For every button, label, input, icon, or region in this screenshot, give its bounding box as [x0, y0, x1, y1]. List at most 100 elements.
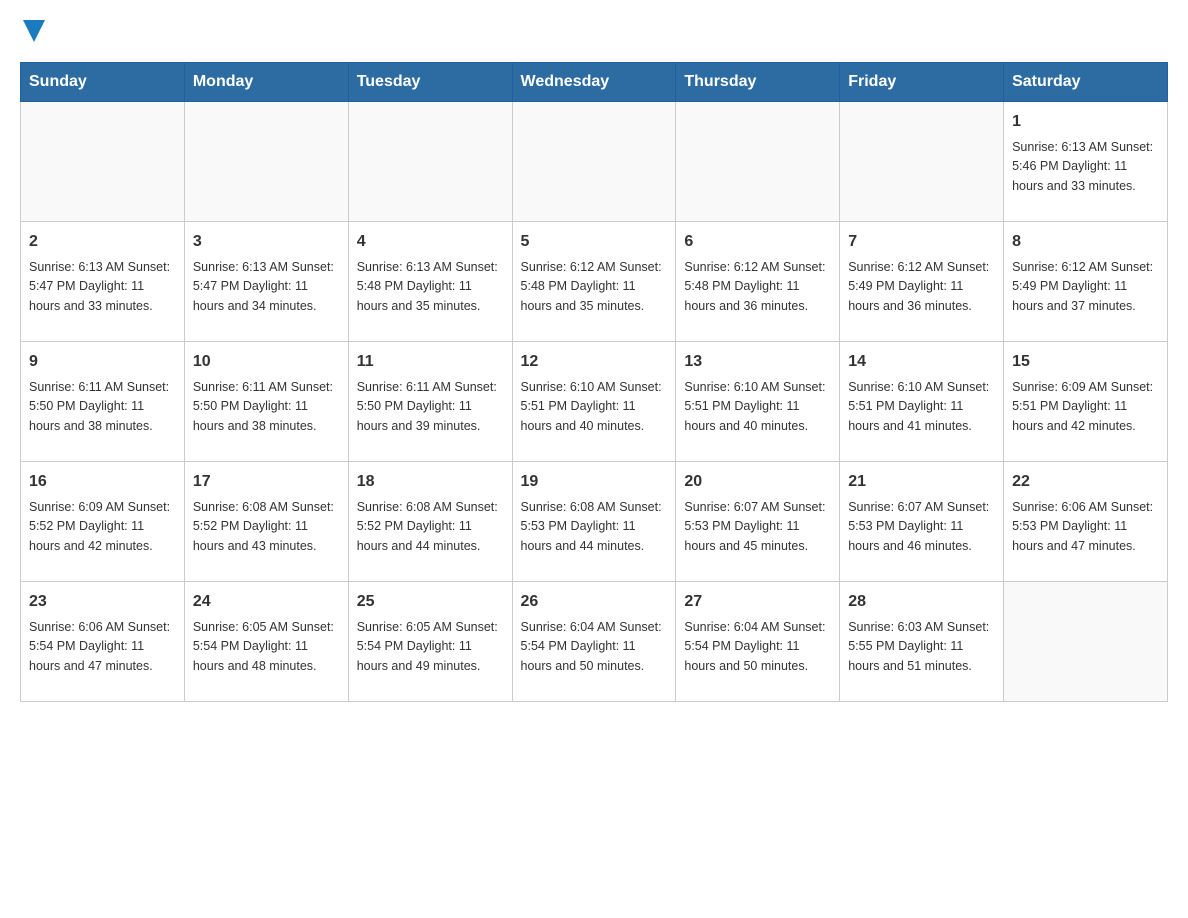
day-of-week-header: Monday: [184, 63, 348, 102]
day-info: Sunrise: 6:12 AM Sunset: 5:49 PM Dayligh…: [848, 258, 995, 316]
day-number: 22: [1012, 470, 1159, 494]
day-info: Sunrise: 6:10 AM Sunset: 5:51 PM Dayligh…: [848, 378, 995, 436]
day-number: 5: [521, 230, 668, 254]
day-info: Sunrise: 6:04 AM Sunset: 5:54 PM Dayligh…: [521, 618, 668, 676]
calendar-cell: 5 Sunrise: 6:12 AM Sunset: 5:48 PM Daylig…: [512, 222, 676, 342]
calendar-cell: 13 Sunrise: 6:10 AM Sunset: 5:51 PM Dayli…: [676, 342, 840, 462]
calendar-week-row: 23 Sunrise: 6:06 AM Sunset: 5:54 PM Dayli…: [21, 582, 1168, 702]
calendar-cell: 10 Sunrise: 6:11 AM Sunset: 5:50 PM Dayli…: [184, 342, 348, 462]
day-info: Sunrise: 6:08 AM Sunset: 5:53 PM Dayligh…: [521, 498, 668, 556]
day-number: 3: [193, 230, 340, 254]
day-info: Sunrise: 6:11 AM Sunset: 5:50 PM Dayligh…: [29, 378, 176, 436]
calendar-cell: 24 Sunrise: 6:05 AM Sunset: 5:54 PM Dayli…: [184, 582, 348, 702]
day-info: Sunrise: 6:12 AM Sunset: 5:49 PM Dayligh…: [1012, 258, 1159, 316]
day-info: Sunrise: 6:10 AM Sunset: 5:51 PM Dayligh…: [684, 378, 831, 436]
day-info: Sunrise: 6:06 AM Sunset: 5:54 PM Dayligh…: [29, 618, 176, 676]
day-number: 7: [848, 230, 995, 254]
day-number: 6: [684, 230, 831, 254]
day-info: Sunrise: 6:11 AM Sunset: 5:50 PM Dayligh…: [357, 378, 504, 436]
calendar-cell: [184, 102, 348, 222]
day-info: Sunrise: 6:13 AM Sunset: 5:48 PM Dayligh…: [357, 258, 504, 316]
calendar-cell: 19 Sunrise: 6:08 AM Sunset: 5:53 PM Dayli…: [512, 462, 676, 582]
calendar-cell: 26Sunrise: 6:04 AM Sunset: 5:54 PM Dayli…: [512, 582, 676, 702]
day-number: 28: [848, 590, 995, 614]
day-info: Sunrise: 6:10 AM Sunset: 5:51 PM Dayligh…: [521, 378, 668, 436]
calendar-cell: [1004, 582, 1168, 702]
calendar-cell: 2Sunrise: 6:13 AM Sunset: 5:47 PM Daylig…: [21, 222, 185, 342]
day-info: Sunrise: 6:06 AM Sunset: 5:53 PM Dayligh…: [1012, 498, 1159, 556]
day-number: 17: [193, 470, 340, 494]
calendar-cell: 22 Sunrise: 6:06 AM Sunset: 5:53 PM Dayli…: [1004, 462, 1168, 582]
calendar-week-row: 1 Sunrise: 6:13 AM Sunset: 5:46 PM Daylig…: [21, 102, 1168, 222]
day-number: 14: [848, 350, 995, 374]
day-number: 8: [1012, 230, 1159, 254]
calendar-cell: [348, 102, 512, 222]
calendar-cell: 6 Sunrise: 6:12 AM Sunset: 5:48 PM Daylig…: [676, 222, 840, 342]
calendar-cell: 23 Sunrise: 6:06 AM Sunset: 5:54 PM Dayli…: [21, 582, 185, 702]
day-info: Sunrise: 6:04 AM Sunset: 5:54 PM Dayligh…: [684, 618, 831, 676]
day-info: Sunrise: 6:08 AM Sunset: 5:52 PM Dayligh…: [357, 498, 504, 556]
calendar-cell: 17 Sunrise: 6:08 AM Sunset: 5:52 PM Dayli…: [184, 462, 348, 582]
calendar-cell: 27 Sunrise: 6:04 AM Sunset: 5:54 PM Dayli…: [676, 582, 840, 702]
calendar-header-row: SundayMondayTuesdayWednesdayThursdayFrid…: [21, 63, 1168, 102]
day-info: Sunrise: 6:13 AM Sunset: 5:46 PM Dayligh…: [1012, 138, 1159, 196]
calendar-week-row: 16 Sunrise: 6:09 AM Sunset: 5:52 PM Dayli…: [21, 462, 1168, 582]
day-info: Sunrise: 6:09 AM Sunset: 5:52 PM Dayligh…: [29, 498, 176, 556]
day-info: Sunrise: 6:12 AM Sunset: 5:48 PM Dayligh…: [684, 258, 831, 316]
calendar-cell: 25Sunrise: 6:05 AM Sunset: 5:54 PM Dayli…: [348, 582, 512, 702]
day-info: Sunrise: 6:09 AM Sunset: 5:51 PM Dayligh…: [1012, 378, 1159, 436]
day-number: 16: [29, 470, 176, 494]
calendar-cell: 8 Sunrise: 6:12 AM Sunset: 5:49 PM Daylig…: [1004, 222, 1168, 342]
day-number: 12: [521, 350, 668, 374]
day-info: Sunrise: 6:07 AM Sunset: 5:53 PM Dayligh…: [848, 498, 995, 556]
day-of-week-header: Tuesday: [348, 63, 512, 102]
day-number: 4: [357, 230, 504, 254]
day-number: 9: [29, 350, 176, 374]
day-number: 18: [357, 470, 504, 494]
calendar-cell: 11Sunrise: 6:11 AM Sunset: 5:50 PM Dayli…: [348, 342, 512, 462]
calendar-cell: [21, 102, 185, 222]
day-info: Sunrise: 6:05 AM Sunset: 5:54 PM Dayligh…: [193, 618, 340, 676]
calendar-cell: 20 Sunrise: 6:07 AM Sunset: 5:53 PM Dayli…: [676, 462, 840, 582]
calendar-week-row: 9 Sunrise: 6:11 AM Sunset: 5:50 PM Daylig…: [21, 342, 1168, 462]
calendar-cell: 9 Sunrise: 6:11 AM Sunset: 5:50 PM Daylig…: [21, 342, 185, 462]
day-number: 24: [193, 590, 340, 614]
day-number: 25: [357, 590, 504, 614]
day-of-week-header: Saturday: [1004, 63, 1168, 102]
day-number: 15: [1012, 350, 1159, 374]
calendar-cell: 16 Sunrise: 6:09 AM Sunset: 5:52 PM Dayli…: [21, 462, 185, 582]
page-header: [20, 20, 1168, 42]
calendar-cell: 3 Sunrise: 6:13 AM Sunset: 5:47 PM Daylig…: [184, 222, 348, 342]
day-info: Sunrise: 6:07 AM Sunset: 5:53 PM Dayligh…: [684, 498, 831, 556]
calendar-cell: 4 Sunrise: 6:13 AM Sunset: 5:48 PM Daylig…: [348, 222, 512, 342]
day-number: 20: [684, 470, 831, 494]
calendar-table: SundayMondayTuesdayWednesdayThursdayFrid…: [20, 62, 1168, 702]
calendar-cell: [840, 102, 1004, 222]
day-info: Sunrise: 6:12 AM Sunset: 5:48 PM Dayligh…: [521, 258, 668, 316]
day-number: 1: [1012, 110, 1159, 134]
day-info: Sunrise: 6:13 AM Sunset: 5:47 PM Dayligh…: [29, 258, 176, 316]
calendar-cell: 7 Sunrise: 6:12 AM Sunset: 5:49 PM Daylig…: [840, 222, 1004, 342]
calendar-cell: [512, 102, 676, 222]
day-number: 27: [684, 590, 831, 614]
calendar-cell: 21 Sunrise: 6:07 AM Sunset: 5:53 PM Dayli…: [840, 462, 1004, 582]
day-info: Sunrise: 6:11 AM Sunset: 5:50 PM Dayligh…: [193, 378, 340, 436]
day-number: 23: [29, 590, 176, 614]
day-info: Sunrise: 6:13 AM Sunset: 5:47 PM Dayligh…: [193, 258, 340, 316]
calendar-cell: 28 Sunrise: 6:03 AM Sunset: 5:55 PM Dayli…: [840, 582, 1004, 702]
day-info: Sunrise: 6:03 AM Sunset: 5:55 PM Dayligh…: [848, 618, 995, 676]
calendar-cell: 18 Sunrise: 6:08 AM Sunset: 5:52 PM Dayli…: [348, 462, 512, 582]
calendar-cell: 12 Sunrise: 6:10 AM Sunset: 5:51 PM Dayli…: [512, 342, 676, 462]
day-number: 13: [684, 350, 831, 374]
day-info: Sunrise: 6:08 AM Sunset: 5:52 PM Dayligh…: [193, 498, 340, 556]
logo-triangle-icon: [23, 20, 45, 42]
calendar-cell: 15 Sunrise: 6:09 AM Sunset: 5:51 PM Dayli…: [1004, 342, 1168, 462]
day-of-week-header: Wednesday: [512, 63, 676, 102]
calendar-week-row: 2Sunrise: 6:13 AM Sunset: 5:47 PM Daylig…: [21, 222, 1168, 342]
day-of-week-header: Thursday: [676, 63, 840, 102]
day-number: 21: [848, 470, 995, 494]
day-number: 19: [521, 470, 668, 494]
day-of-week-header: Friday: [840, 63, 1004, 102]
day-number: 10: [193, 350, 340, 374]
logo: [20, 20, 45, 42]
